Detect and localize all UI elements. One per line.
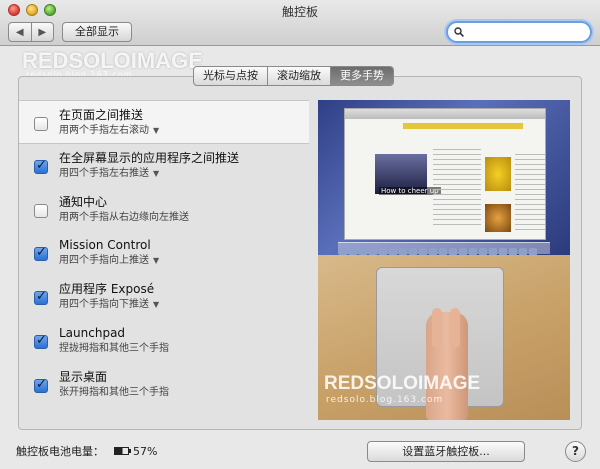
gesture-title: Launchpad: [59, 325, 126, 340]
battery-percent: 57%: [133, 444, 158, 458]
notification-center-checkbox[interactable]: [34, 203, 48, 218]
tab-scroll-zoom[interactable]: 滚动缩放: [267, 67, 330, 85]
window-title: 触控板: [281, 5, 318, 19]
forward-button[interactable]: ▶: [30, 23, 54, 41]
back-button[interactable]: ◀: [9, 23, 31, 41]
swipe-fullscreen-checkbox[interactable]: [34, 158, 48, 174]
preview-dock: [338, 242, 550, 256]
titlebar: 触控板 ◀ ▶ 全部显示: [0, 0, 600, 46]
preview-site-nav: [403, 123, 523, 129]
battery-status: 触控板电池电量： 57%: [16, 443, 157, 459]
preview-text-column: [433, 149, 481, 229]
gesture-title: 通知中心: [59, 194, 108, 209]
gesture-subtitle[interactable]: 用四个手指左右推送 ▼: [59, 166, 309, 182]
preview-watermark-url: redsolo.blog.163.com: [326, 395, 444, 405]
tab-bar: 光标与点按 滚动缩放 更多手势: [193, 66, 394, 86]
gesture-list: 在页面之间推送 用两个手指左右滚动 ▼ 在全屏幕显示的应用程序之间推送 用四个手指…: [19, 100, 309, 407]
preview-photo-caption: How to cheer up: [379, 187, 441, 195]
gesture-subtitle[interactable]: 用四个手指向下推送 ▼: [59, 297, 309, 313]
preview-screen: How to cheer up: [318, 100, 570, 256]
show-desktop-checkbox[interactable]: [34, 377, 48, 393]
preview-browser-toolbar: [345, 109, 545, 119]
gesture-item-app-expose[interactable]: 应用程序 Exposé 用四个手指向下推送 ▼: [19, 275, 309, 319]
help-button[interactable]: ?: [565, 441, 586, 462]
gesture-option: 用四个手指左右推送: [59, 167, 149, 179]
gesture-item-swipe-between-pages[interactable]: 在页面之间推送 用两个手指左右滚动 ▼: [19, 100, 309, 144]
gesture-subtitle: 捏拢拇指和其他三个手指: [59, 342, 169, 354]
dropdown-arrow-icon: ▼: [153, 168, 160, 178]
battery-label: 触控板电池电量：: [16, 445, 104, 458]
search-input[interactable]: [468, 25, 588, 39]
gesture-title: Mission Control: [59, 238, 151, 253]
show-all-button[interactable]: 全部显示: [62, 22, 132, 42]
gesture-title: 在全屏幕显示的应用程序之间推送: [59, 150, 240, 165]
gesture-title: 显示桌面: [59, 369, 108, 384]
preview-yellow-image: [485, 157, 511, 191]
search-icon: [454, 27, 464, 37]
gesture-option: 用四个手指向上推送: [59, 255, 149, 267]
battery-icon: [114, 447, 131, 455]
gesture-item-show-desktop[interactable]: 显示桌面 张开拇指和其他三个手指: [19, 363, 309, 407]
search-field[interactable]: [446, 21, 592, 43]
swipe-pages-checkbox[interactable]: [34, 117, 48, 131]
gesture-preview-video: How to cheer up REDSOLOIMAGE redsolo.blo…: [318, 100, 570, 420]
gesture-title: 应用程序 Exposé: [59, 282, 155, 297]
gesture-subtitle[interactable]: 用两个手指左右滚动 ▼: [59, 123, 309, 139]
app-expose-checkbox[interactable]: [34, 289, 48, 306]
gesture-option: 用两个手指左右滚动: [59, 125, 149, 136]
gesture-subtitle: 用两个手指从右边缘向左推送: [59, 211, 189, 223]
launchpad-checkbox[interactable]: [34, 333, 48, 349]
dropdown-arrow-icon: ▼: [153, 256, 160, 266]
tab-point-click[interactable]: 光标与点按: [194, 67, 267, 85]
tab-more-gestures[interactable]: 更多手势: [330, 67, 393, 85]
mission-control-checkbox[interactable]: [34, 245, 48, 262]
trackpad-preferences-window: 触控板 ◀ ▶ 全部显示 REDSOLOIMAGE redsolo.blog.1…: [0, 0, 600, 469]
gesture-item-notification-center[interactable]: 通知中心 用两个手指从右边缘向左推送: [19, 188, 309, 232]
preview-desk: REDSOLOIMAGE redsolo.blog.163.com: [318, 255, 570, 420]
gesture-subtitle: 张开拇指和其他三个手指: [59, 386, 169, 398]
preview-text-column-right: [515, 154, 545, 234]
preview-browser-window: How to cheer up: [344, 108, 546, 240]
gesture-subtitle[interactable]: 用四个手指向上推送 ▼: [59, 253, 309, 269]
gesture-title: 在页面之间推送: [59, 108, 144, 122]
gesture-option: 用四个手指向下推送: [59, 299, 149, 311]
dropdown-arrow-icon: ▼: [153, 300, 160, 310]
gesture-item-swipe-fullscreen-apps[interactable]: 在全屏幕显示的应用程序之间推送 用四个手指左右推送 ▼: [19, 144, 309, 188]
preview-food-image: [485, 204, 511, 232]
preview-watermark: REDSOLOIMAGE: [324, 373, 481, 394]
setup-bluetooth-trackpad-button[interactable]: 设置蓝牙触控板...: [367, 441, 525, 462]
gesture-item-mission-control[interactable]: Mission Control 用四个手指向上推送 ▼: [19, 231, 309, 275]
gesture-item-launchpad[interactable]: Launchpad 捏拢拇指和其他三个手指: [19, 319, 309, 363]
dropdown-arrow-icon: ▼: [153, 126, 160, 135]
back-forward-group: ◀ ▶: [8, 22, 54, 42]
